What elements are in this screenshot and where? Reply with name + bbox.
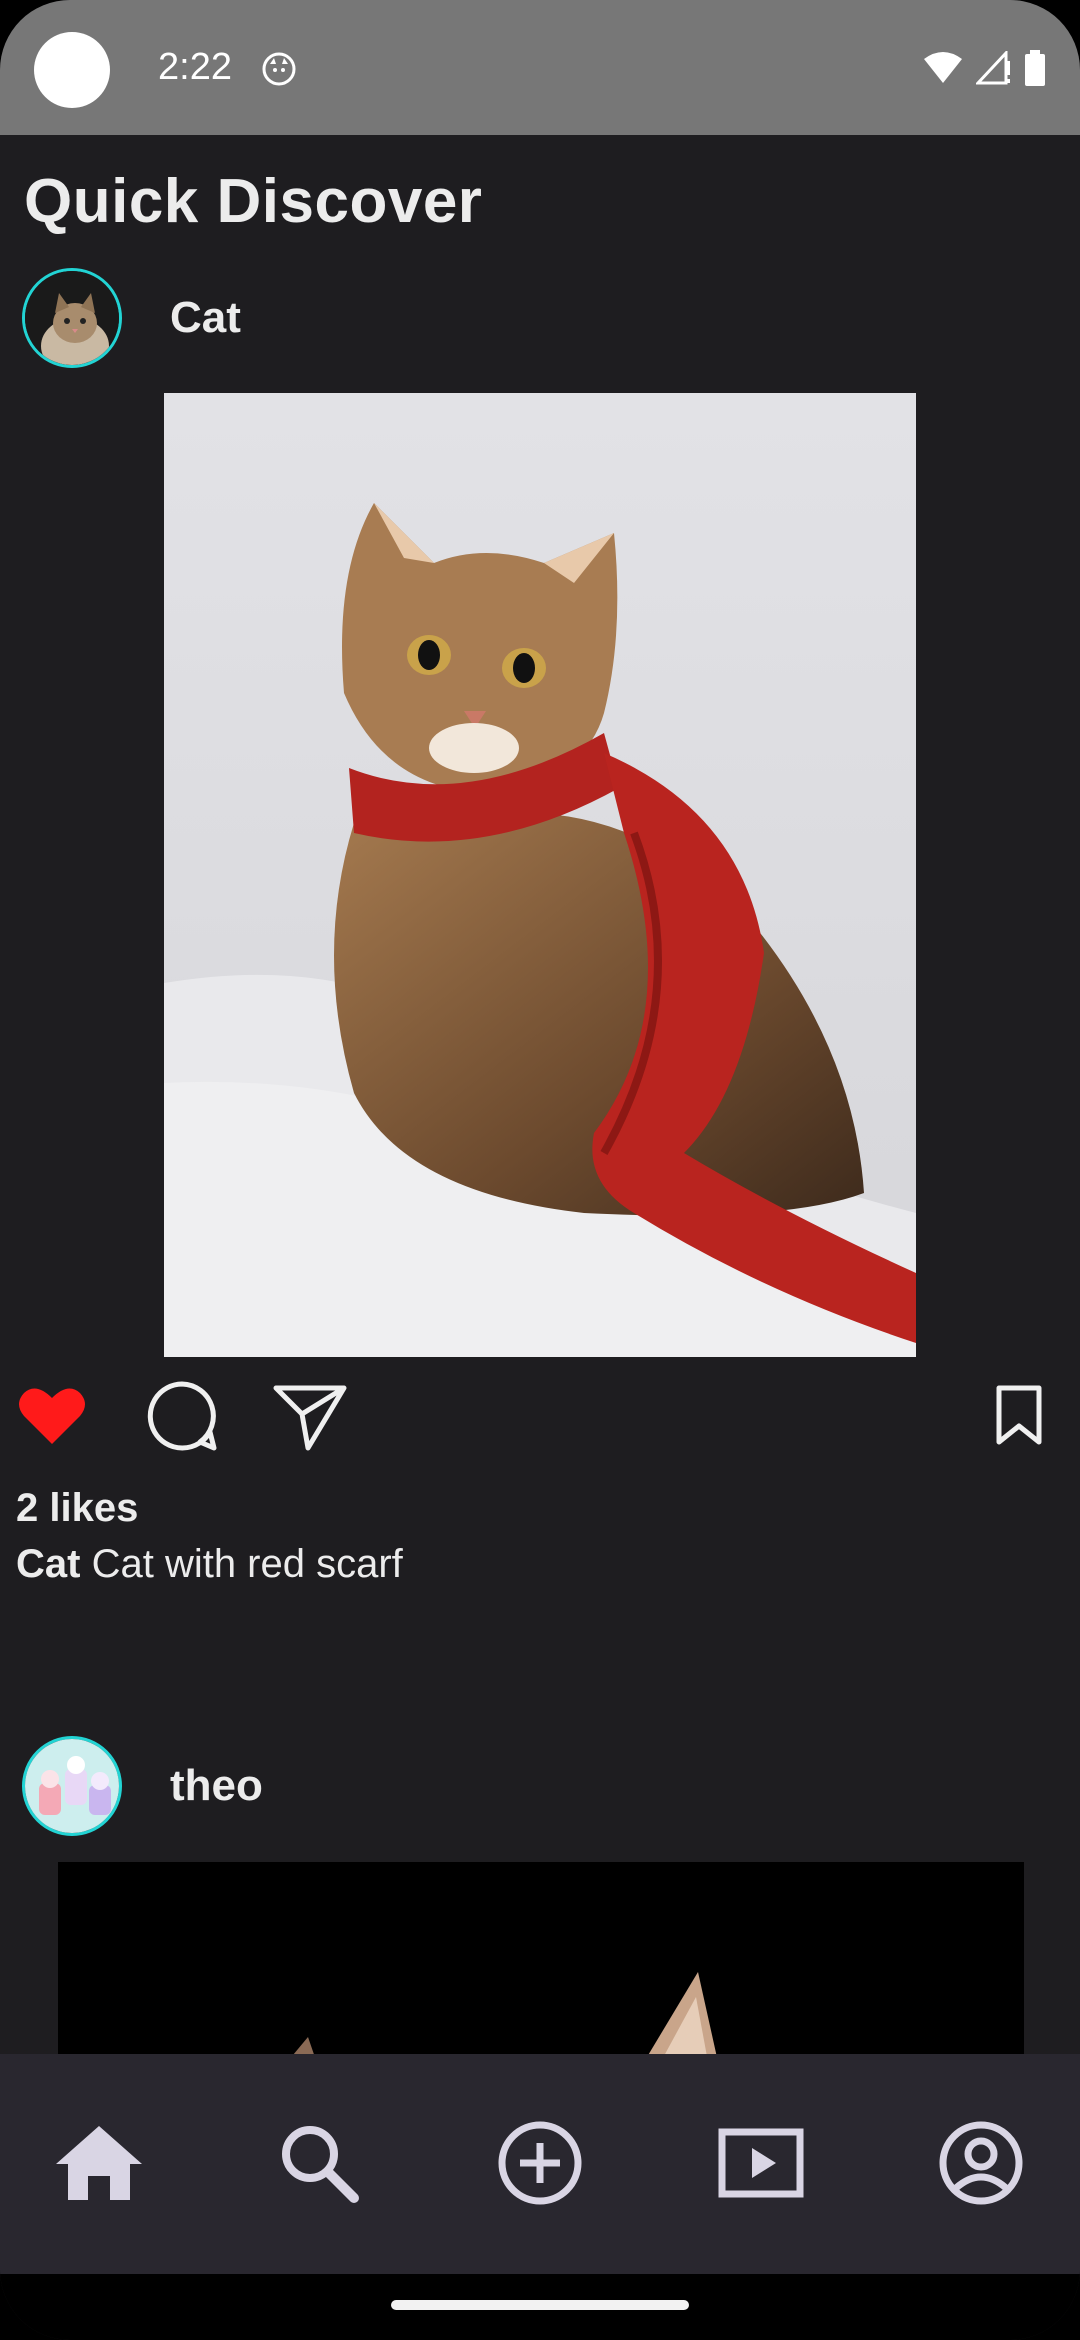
share-icon[interactable] [272, 1380, 348, 1457]
search-icon[interactable] [274, 2118, 364, 2208]
avatar[interactable] [22, 1736, 122, 1836]
post-username[interactable]: theo [170, 1761, 263, 1811]
signal-icon [974, 49, 1012, 90]
home-icon[interactable] [54, 2118, 144, 2208]
like-count: 2 likes [16, 1486, 139, 1530]
profile-icon[interactable] [936, 2118, 1026, 2208]
video-icon[interactable] [716, 2118, 806, 2208]
notification-app-icon [262, 52, 296, 91]
post-caption: Cat Cat with red scarf [16, 1542, 403, 1587]
status-icons [922, 49, 1046, 91]
app-screen: 2:22 Quick Discover Cat 2 likes Cat Cat … [0, 0, 1080, 2340]
post-username[interactable]: Cat [170, 293, 241, 343]
bookmark-icon[interactable] [994, 1384, 1044, 1451]
home-gesture-bar[interactable] [391, 2300, 689, 2310]
comment-icon[interactable] [146, 1380, 218, 1457]
camera-cutout [34, 32, 110, 108]
add-icon[interactable] [495, 2118, 585, 2208]
post-header[interactable]: Cat [22, 268, 241, 368]
like-heart-icon[interactable] [18, 1384, 86, 1451]
battery-icon [1024, 50, 1046, 91]
status-bar: 2:22 [0, 0, 1080, 135]
caption-text: Cat with red scarf [91, 1542, 403, 1586]
post-header[interactable]: theo [22, 1736, 263, 1836]
wifi-icon [922, 51, 964, 90]
status-time: 2:22 [158, 46, 232, 88]
bottom-navigation [0, 2054, 1080, 2274]
caption-username[interactable]: Cat [16, 1542, 80, 1586]
page-title: Quick Discover [24, 167, 483, 236]
post-actions [0, 1380, 1080, 1460]
avatar[interactable] [22, 268, 122, 368]
post-image[interactable] [164, 393, 916, 1357]
